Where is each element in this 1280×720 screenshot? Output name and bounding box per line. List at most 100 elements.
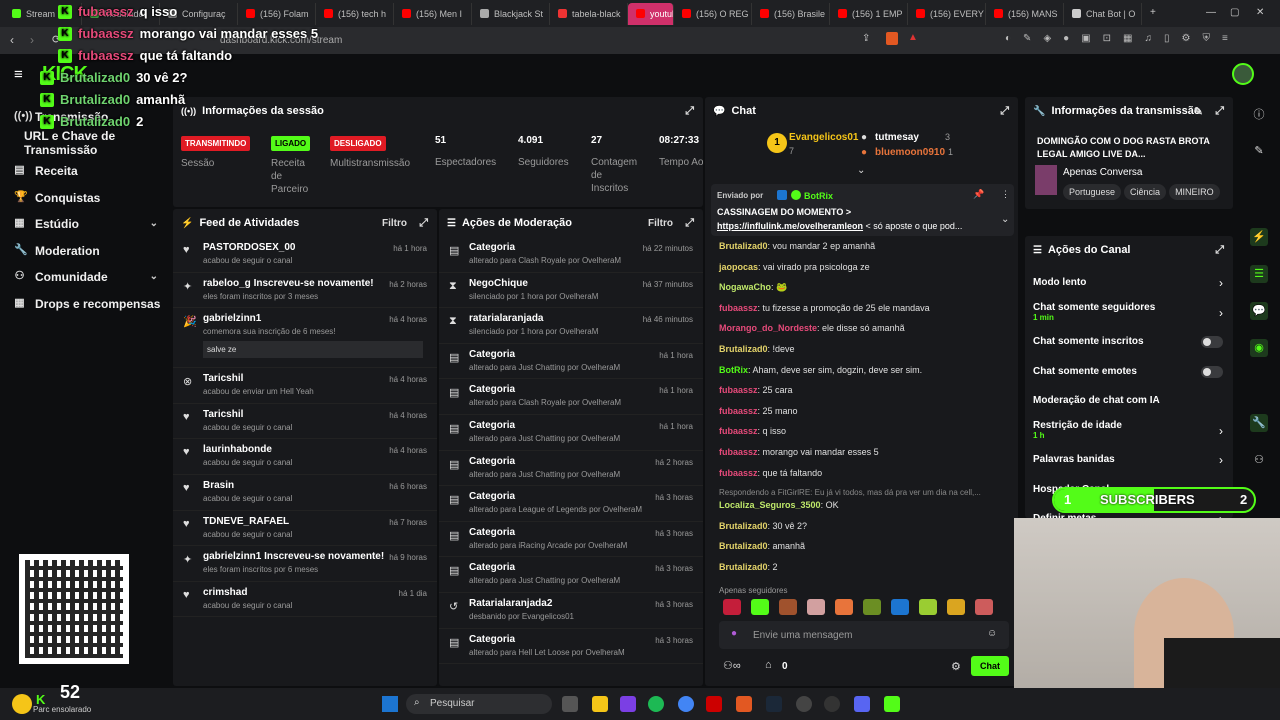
chat-message[interactable]: NogawaCho: 🐸: [705, 277, 1018, 298]
feed-item[interactable]: ♥ Brasin acabou de seguir o canal há 6 hora…: [173, 475, 437, 511]
opera-icon[interactable]: [706, 696, 722, 712]
taskbar-search[interactable]: ⌕ Pesquisar: [406, 694, 552, 714]
chat-username[interactable]: fubaassz: [719, 426, 758, 436]
edit-icon[interactable]: ✎: [1250, 142, 1268, 160]
emote-icon[interactable]: [891, 599, 909, 615]
emoji-icon[interactable]: ☺: [987, 628, 997, 639]
emote-icon[interactable]: [723, 599, 741, 615]
toggle-switch[interactable]: [1201, 365, 1223, 378]
chevron-right-icon[interactable]: ›: [1219, 276, 1223, 290]
browser-tab[interactable]: youtube: [628, 2, 674, 25]
ext-1-icon[interactable]: ◐: [1005, 33, 1011, 44]
ext-4-icon[interactable]: ●: [1063, 33, 1069, 44]
expand-icon[interactable]: ⤢: [1215, 244, 1224, 257]
chat-message[interactable]: Localiza_Seguros_3500: OK: [705, 495, 1018, 516]
category-name[interactable]: Apenas Conversa: [1063, 167, 1143, 178]
brave-icon[interactable]: [736, 696, 752, 712]
feed-item[interactable]: 🎉 gabrielzinn1 comemora sua inscrição de 6…: [173, 308, 437, 369]
moderation-item[interactable]: ▤ Categoria alterado para Clash Royale por…: [439, 379, 703, 415]
media-icon[interactable]: ♫: [1144, 33, 1152, 44]
top-user-1[interactable]: Evangelicos01: [789, 132, 858, 143]
moderation-item[interactable]: ▤ Categoria alterado para Just Chatting po…: [439, 344, 703, 380]
ext-6-icon[interactable]: ⊡: [1103, 33, 1111, 44]
expand-icon[interactable]: ⤢: [1215, 105, 1224, 118]
chevron-down-icon[interactable]: ⌄: [1001, 214, 1009, 225]
chat-username[interactable]: fubaassz: [719, 447, 758, 457]
chat-username[interactable]: Morango_do_Nordeste: [719, 323, 817, 333]
toggle-switch[interactable]: [1201, 336, 1223, 348]
edit-icon[interactable]: ✎: [1194, 105, 1203, 118]
chat-message[interactable]: fubaassz: q isso: [705, 421, 1018, 442]
close-window-icon[interactable]: ✕: [1256, 7, 1264, 18]
hamburger-menu-icon[interactable]: ≡: [14, 66, 23, 83]
menu-icon[interactable]: ≡: [1222, 33, 1228, 44]
chat-username[interactable]: fubaassz: [719, 468, 758, 478]
moderation-item[interactable]: ▤ Categoria alterado para iRacing Arcade p…: [439, 522, 703, 558]
chat-input[interactable]: ● Envie uma mensagem ☺: [719, 621, 1009, 649]
feed-item[interactable]: ♥ crimshad acabou de seguir o canal há 1 di…: [173, 582, 437, 618]
chat-message[interactable]: fubaassz: que tá faltando: [705, 463, 1018, 484]
chevron-right-icon[interactable]: ›: [1219, 453, 1223, 467]
chat-message[interactable]: fubaassz: 25 mano: [705, 401, 1018, 422]
chat-username[interactable]: Brutalizad0: [719, 541, 768, 551]
channel-action-item[interactable]: Chat somente emotes: [1025, 357, 1233, 387]
browser-tab[interactable]: (156) MANS: [986, 2, 1064, 25]
sidebar-item[interactable]: 🔧 Moderation: [0, 237, 172, 264]
avatar[interactable]: [1232, 63, 1254, 85]
pin-icon[interactable]: 📌: [973, 189, 984, 200]
chat-username[interactable]: jaopocas: [719, 262, 758, 272]
moderation-item[interactable]: ▤ Categoria alterado para Just Chatting po…: [439, 451, 703, 487]
chat-username[interactable]: fubaassz: [719, 385, 758, 395]
chat-message[interactable]: fubaassz: 25 cara: [705, 380, 1018, 401]
users-icon[interactable]: ⚇: [1250, 451, 1268, 469]
chevron-down-icon[interactable]: ⌄: [150, 271, 158, 282]
lightning-icon[interactable]: ⚡: [1250, 228, 1268, 246]
maximize-icon[interactable]: ▢: [1230, 7, 1239, 18]
chat-message[interactable]: Brutalizad0: 2: [705, 557, 1018, 578]
feed-item[interactable]: ♥ laurinhabonde acabou de seguir o canal há…: [173, 439, 437, 475]
chat-username[interactable]: Brutalizad0: [719, 344, 768, 354]
emote-icon[interactable]: [779, 599, 797, 615]
mic-icon[interactable]: ●: [731, 628, 737, 639]
feed-item[interactable]: ♥ PASTORDOSEX_00 acabou de seguir o canal h…: [173, 237, 437, 273]
feed-item[interactable]: ✦ rabeloo_g Inscreveu-se novamente! eles f…: [173, 273, 437, 309]
task-view-icon[interactable]: [562, 696, 578, 712]
feed-item[interactable]: ♥ TDNEVE_RAFAEL acabou de seguir o canal há…: [173, 511, 437, 547]
chat-message[interactable]: Brutalizad0: 30 vê 2?: [705, 516, 1018, 537]
pinned-bot-name[interactable]: BotRix: [804, 191, 833, 201]
moderation-item[interactable]: ↺ Ratarialaranjada2 desbanido por Evangeli…: [439, 593, 703, 629]
chat-message[interactable]: BotRix: Aham, deve ser sim, dogzin, deve…: [705, 360, 1018, 381]
kick-app-icon[interactable]: [884, 696, 900, 712]
weather-icon[interactable]: [12, 694, 32, 714]
moderation-filter-button[interactable]: Filtro: [648, 218, 673, 229]
emote-icon[interactable]: [751, 599, 769, 615]
rewards-icon[interactable]: ▲: [908, 32, 918, 43]
chat-username[interactable]: Brutalizad0: [719, 521, 768, 531]
chat-message[interactable]: fubaassz: morango vai mandar esses 5: [705, 442, 1018, 463]
chat-username[interactable]: NogawaCho: [719, 282, 771, 292]
app-icon[interactable]: [824, 696, 840, 712]
stream-tag[interactable]: MINEIRO: [1169, 184, 1220, 200]
chat-icon[interactable]: 💬: [1250, 302, 1268, 320]
ext-7-icon[interactable]: ▦: [1123, 33, 1132, 44]
browser-tab[interactable]: (156) Folam: [238, 2, 316, 25]
moderation-item[interactable]: ▤ Categoria alterado para Just Chatting po…: [439, 415, 703, 451]
chat-username[interactable]: fubaassz: [719, 406, 758, 416]
sidebar-item[interactable]: ▤ Receita: [0, 157, 172, 184]
channel-action-item[interactable]: Palavras banidas ›: [1025, 445, 1233, 475]
top-user-2[interactable]: tutmesay: [875, 132, 919, 143]
channel-action-item[interactable]: Restrição de idade 1 h ›: [1025, 416, 1233, 446]
chat-message[interactable]: Brutalizad0: amanhã: [705, 536, 1018, 557]
expand-icon[interactable]: ⤢: [685, 105, 694, 118]
browser-tab[interactable]: (156) Men I: [394, 2, 472, 25]
sidebar-item[interactable]: ⚇ Comunidade ⌄: [0, 263, 172, 290]
channel-action-item[interactable]: Chat somente seguidores 1 min ›: [1025, 298, 1233, 328]
channel-action-item[interactable]: Chat somente inscritos: [1025, 327, 1233, 357]
app-icon[interactable]: [796, 696, 812, 712]
wrench-icon[interactable]: 🔧: [1250, 414, 1268, 432]
browser-tab[interactable]: (156) EVERY: [908, 2, 986, 25]
info-icon[interactable]: ⓘ: [1250, 106, 1268, 124]
collapse-icon[interactable]: ⌄: [857, 165, 865, 176]
sidebar-item[interactable]: ▦ Estúdio ⌄: [0, 210, 172, 237]
wallet-icon[interactable]: ⚙: [1182, 33, 1191, 44]
